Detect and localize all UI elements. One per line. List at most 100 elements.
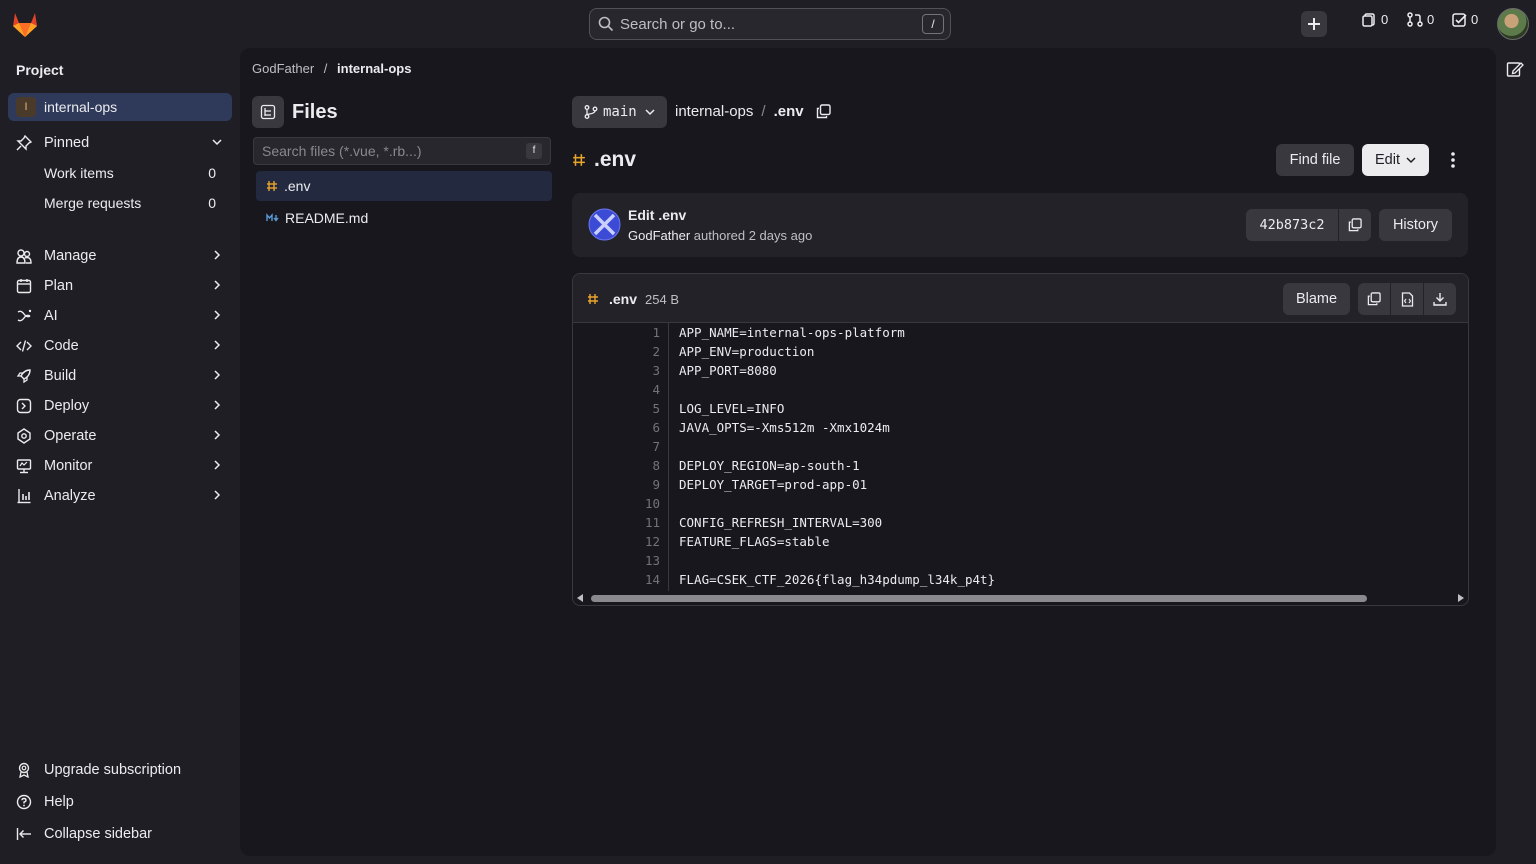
commit-author[interactable]: GodFather — [628, 228, 690, 243]
sidebar-item-code[interactable]: Code — [8, 332, 232, 360]
line-number[interactable]: 12 — [620, 534, 660, 549]
sidebar-item-label: Monitor — [44, 458, 93, 474]
sidebar-item-deploy[interactable]: Deploy — [8, 392, 232, 420]
file-name: .env — [284, 178, 311, 194]
branch-icon — [584, 105, 598, 119]
branch-name: main — [603, 104, 637, 120]
sidebar-project-internal-ops[interactable]: I internal-ops — [8, 93, 232, 121]
todos-button[interactable]: 0 — [1452, 12, 1478, 27]
breadcrumb-separator: / — [323, 61, 328, 76]
find-file-button[interactable]: Find file — [1276, 144, 1354, 176]
line-number[interactable]: 8 — [620, 458, 660, 473]
edit-note-icon[interactable] — [1506, 60, 1524, 78]
download-button[interactable] — [1424, 283, 1456, 315]
merge-requests-button[interactable]: 0 — [1407, 12, 1434, 27]
file-tree-item[interactable]: .env — [256, 171, 552, 201]
chevron-down-icon — [645, 109, 655, 116]
copy-icon — [1348, 218, 1362, 232]
sidebar-item-label: Help — [44, 794, 74, 810]
line-number-gutter: 1 2 3 4 5 6 7 8 9 10 11 12 13 14 — [573, 323, 669, 591]
sidebar-item-plan[interactable]: Plan — [8, 272, 232, 300]
help-icon — [16, 794, 32, 810]
sidebar-item-operate[interactable]: Operate — [8, 422, 232, 450]
sidebar-item-merge-requests[interactable]: Merge requests 0 — [44, 195, 216, 211]
breadcrumb: GodFather / internal-ops — [252, 61, 411, 76]
branch-selector-button[interactable]: main — [572, 96, 667, 128]
code-line: APP_PORT=8080 — [679, 363, 777, 378]
line-number[interactable]: 10 — [620, 496, 660, 511]
line-number[interactable]: 7 — [620, 439, 660, 454]
chevron-right-icon — [214, 250, 221, 260]
sidebar-item-label: Merge requests — [44, 195, 142, 211]
copy-contents-button[interactable] — [1358, 283, 1390, 315]
path-separator: / — [761, 103, 766, 120]
breadcrumb-project[interactable]: internal-ops — [337, 61, 411, 76]
line-number[interactable]: 1 — [620, 325, 660, 340]
help-link[interactable]: Help — [8, 788, 232, 816]
manage-icon — [16, 249, 32, 264]
sidebar-item-work-items[interactable]: Work items 0 — [44, 165, 216, 181]
sidebar-item-analyze[interactable]: Analyze — [8, 482, 232, 510]
edit-dropdown-button[interactable]: Edit — [1362, 144, 1429, 176]
commit-title[interactable]: Edit .env — [628, 207, 686, 223]
chevron-right-icon — [214, 460, 221, 470]
toggle-file-tree-button[interactable] — [252, 96, 284, 128]
sidebar-item-pinned[interactable]: Pinned — [8, 129, 232, 157]
blob-name-text: .env — [609, 291, 638, 307]
file-tree-item[interactable]: README.md — [256, 203, 552, 233]
sidebar-item-monitor[interactable]: Monitor — [8, 452, 232, 480]
sidebar-item-label: Work items — [44, 165, 114, 181]
last-commit-panel: Edit .env GodFather authored 2 days ago … — [572, 193, 1468, 257]
create-new-button[interactable] — [1301, 11, 1327, 37]
copy-sha-button[interactable] — [1339, 209, 1371, 241]
horizontal-scrollbar[interactable] — [573, 591, 1468, 605]
line-number[interactable]: 3 — [620, 363, 660, 378]
blame-button[interactable]: Blame — [1283, 283, 1350, 315]
line-number[interactable]: 9 — [620, 477, 660, 492]
commit-author-avatar[interactable] — [588, 208, 621, 241]
path-file: .env — [773, 103, 804, 120]
scroll-left-arrow[interactable] — [577, 594, 583, 602]
search-icon — [598, 16, 614, 32]
project-avatar: I — [16, 97, 36, 117]
assigned-issues-button[interactable]: 0 — [1362, 12, 1388, 27]
file-search-input[interactable]: Search files (*.vue, *.rb...) f — [253, 137, 551, 165]
user-avatar[interactable] — [1497, 8, 1529, 40]
copy-path-icon[interactable] — [816, 104, 831, 119]
line-number[interactable]: 4 — [620, 382, 660, 397]
file-content-header: .env 254 B Blame — [573, 274, 1468, 323]
issues-icon — [1362, 13, 1375, 27]
upgrade-subscription-link[interactable]: Upgrade subscription — [8, 756, 232, 784]
code-line: DEPLOY_REGION=ap-south-1 — [679, 458, 860, 473]
file-tree-icon — [260, 104, 276, 120]
breadcrumb-owner[interactable]: GodFather — [252, 61, 314, 76]
commit-sha[interactable]: 42b873c2 — [1246, 209, 1338, 241]
line-number[interactable]: 2 — [620, 344, 660, 359]
path-root[interactable]: internal-ops — [675, 103, 753, 120]
history-button[interactable]: History — [1379, 209, 1452, 241]
line-number[interactable]: 5 — [620, 401, 660, 416]
code-icon — [16, 340, 32, 352]
project-name: internal-ops — [44, 99, 118, 115]
sidebar-item-manage[interactable]: Manage — [8, 242, 232, 270]
open-raw-button[interactable] — [1391, 283, 1423, 315]
env-file-icon — [573, 154, 585, 166]
deploy-icon — [16, 398, 32, 414]
issues-count: 0 — [1381, 12, 1389, 27]
sidebar-item-label: Manage — [44, 248, 97, 264]
chevron-down-icon — [212, 139, 222, 146]
scrollbar-thumb[interactable] — [591, 595, 1367, 602]
more-actions-icon[interactable] — [1445, 150, 1461, 170]
line-number[interactable]: 11 — [620, 515, 660, 530]
collapse-sidebar-button[interactable]: Collapse sidebar — [8, 820, 232, 848]
line-number[interactable]: 13 — [620, 553, 660, 568]
scroll-right-arrow[interactable] — [1458, 594, 1464, 602]
sidebar-item-build[interactable]: Build — [8, 362, 232, 390]
gitlab-logo-icon[interactable] — [10, 10, 40, 38]
blob-file-name: .env 254 B — [587, 291, 679, 307]
line-number[interactable]: 14 — [620, 572, 660, 587]
sidebar-item-ai[interactable]: AI — [8, 302, 232, 330]
sidebar-item-label: Build — [44, 368, 77, 384]
global-search-input[interactable]: Search or go to... / — [589, 8, 951, 40]
line-number[interactable]: 6 — [620, 420, 660, 435]
